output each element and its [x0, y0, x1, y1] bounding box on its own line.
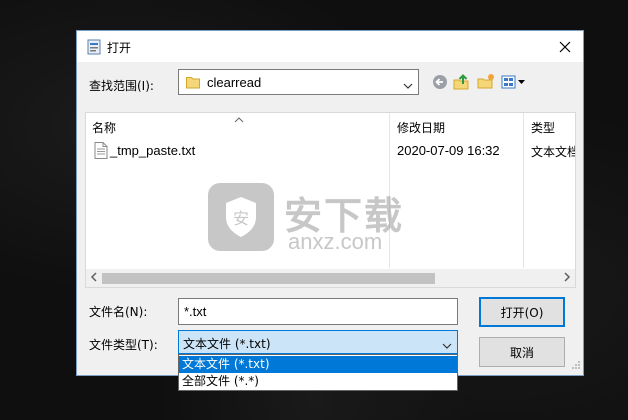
- resize-grip-icon[interactable]: [571, 359, 581, 373]
- close-button[interactable]: [547, 31, 583, 62]
- dialog-title: 打开: [107, 41, 132, 55]
- scroll-right-icon[interactable]: [563, 272, 571, 285]
- scroll-left-icon[interactable]: [90, 272, 98, 285]
- look-in-label: 查找范围(I):: [89, 79, 154, 93]
- open-file-dialog: 打开 查找范围(I): clearread 名称 修改日期 类型 _tmp_pa…: [76, 30, 584, 391]
- new-folder-icon[interactable]: [476, 72, 496, 92]
- look-in-combobox[interactable]: clearread: [178, 69, 419, 95]
- file-date: 2020-07-09 16:32: [397, 143, 500, 158]
- scrollbar-thumb[interactable]: [102, 273, 435, 284]
- folder-icon: [186, 75, 200, 89]
- column-name[interactable]: 名称: [92, 119, 116, 136]
- file-name: _tmp_paste.txt: [110, 143, 196, 158]
- view-menu-icon[interactable]: [500, 72, 528, 92]
- close-icon: [559, 41, 571, 52]
- filename-input[interactable]: *.txt: [178, 298, 458, 325]
- file-row[interactable]: _tmp_paste.txt 2020-07-09 16:32 文本文档: [86, 141, 575, 161]
- chevron-down-icon: [442, 338, 452, 352]
- chevron-down-icon: [403, 78, 413, 92]
- filetype-dropdown-list: 文本文件 (*.txt) 全部文件 (*.*): [178, 354, 458, 391]
- file-type: 文本文档: [531, 145, 576, 159]
- open-button[interactable]: 打开(O): [479, 297, 565, 327]
- filename-label: 文件名(N):: [89, 305, 148, 319]
- column-type[interactable]: 类型: [531, 119, 555, 136]
- look-in-value: clearread: [207, 75, 262, 90]
- watermark-shield-text: 安: [233, 209, 249, 228]
- cancel-button[interactable]: 取消: [479, 337, 565, 367]
- file-list-header: 名称 修改日期 类型: [86, 113, 575, 268]
- column-divider[interactable]: [523, 113, 524, 268]
- filetype-select[interactable]: 文本文件 (*.txt): [178, 330, 458, 354]
- column-modified[interactable]: 修改日期: [397, 119, 445, 136]
- filename-value: *.txt: [184, 304, 207, 319]
- file-list[interactable]: 名称 修改日期 类型 _tmp_paste.txt 2020-07-09 16:…: [85, 112, 576, 288]
- filetype-label: 文件类型(T):: [89, 338, 158, 352]
- up-folder-icon[interactable]: [452, 72, 472, 92]
- app-icon: [87, 39, 101, 55]
- watermark-shield-icon: 安: [208, 183, 274, 251]
- watermark: 安 安下载 anxz.com: [208, 183, 428, 263]
- text-file-icon: [94, 142, 108, 159]
- filetype-value: 文本文件 (*.txt): [183, 337, 271, 351]
- sort-ascending-icon: [234, 113, 244, 126]
- horizontal-scrollbar[interactable]: [86, 269, 575, 287]
- title-bar: 打开: [77, 31, 583, 62]
- filetype-option[interactable]: 文本文件 (*.txt): [179, 356, 457, 373]
- filetype-option[interactable]: 全部文件 (*.*): [179, 373, 457, 390]
- watermark-text-en: anxz.com: [288, 229, 383, 254]
- back-icon[interactable]: [430, 72, 450, 92]
